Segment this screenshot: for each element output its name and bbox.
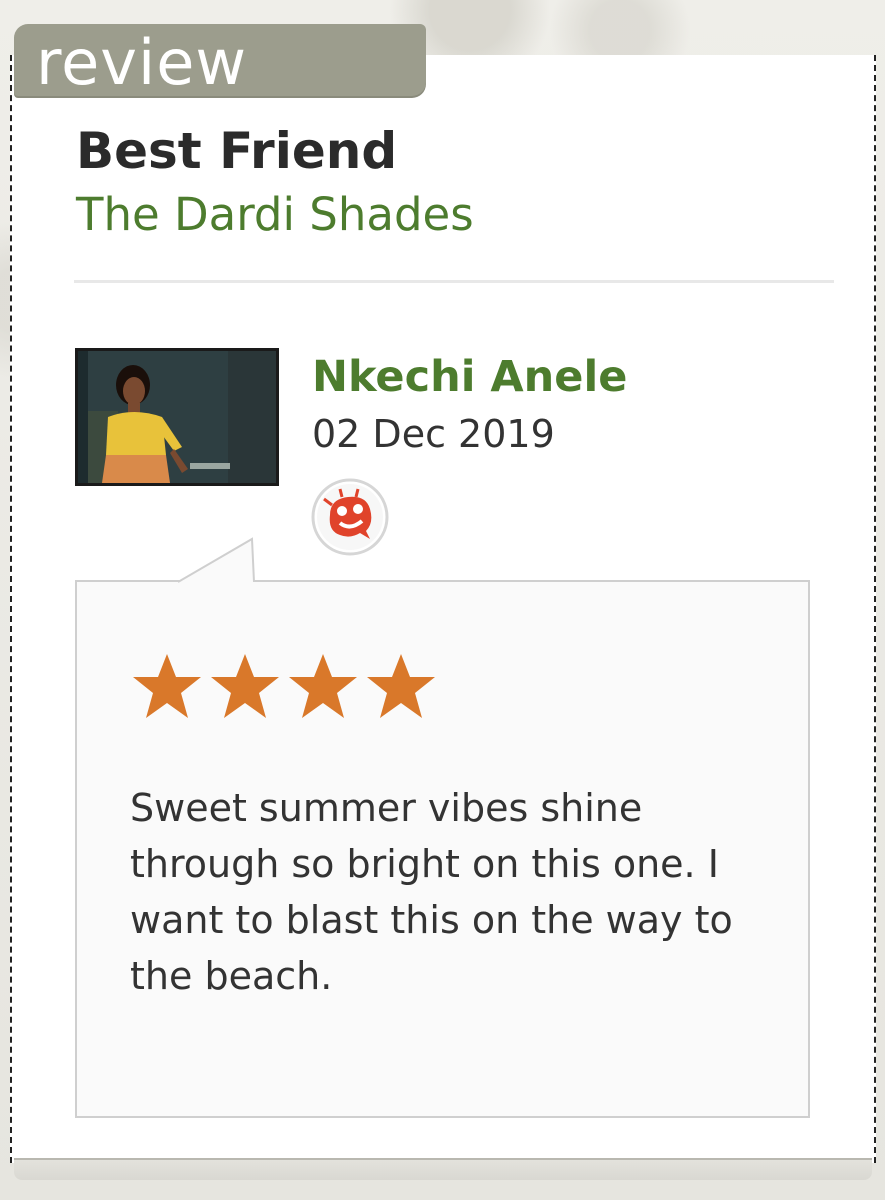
star-icon xyxy=(130,652,204,724)
review-text: Sweet summer vibes shine through so brig… xyxy=(130,786,733,998)
artist-name: The Dardi Shades xyxy=(76,188,474,241)
reviewer-photo-icon xyxy=(78,351,276,483)
review-bubble-tail xyxy=(177,537,258,585)
song-title: Best Friend xyxy=(76,122,398,180)
review-tab: review xyxy=(14,24,426,99)
review-date: 02 Dec 2019 xyxy=(312,412,555,456)
star-icon xyxy=(364,652,438,724)
triple-j-logo-icon xyxy=(310,477,390,557)
star-rating xyxy=(130,652,438,724)
reviewer-name: Nkechi Anele xyxy=(312,352,628,402)
review-card-bottom-edge xyxy=(14,1158,872,1180)
divider xyxy=(74,280,834,283)
reviewer-avatar xyxy=(75,348,279,486)
star-icon xyxy=(208,652,282,724)
star-icon xyxy=(286,652,360,724)
review-tab-label: review xyxy=(36,26,248,99)
